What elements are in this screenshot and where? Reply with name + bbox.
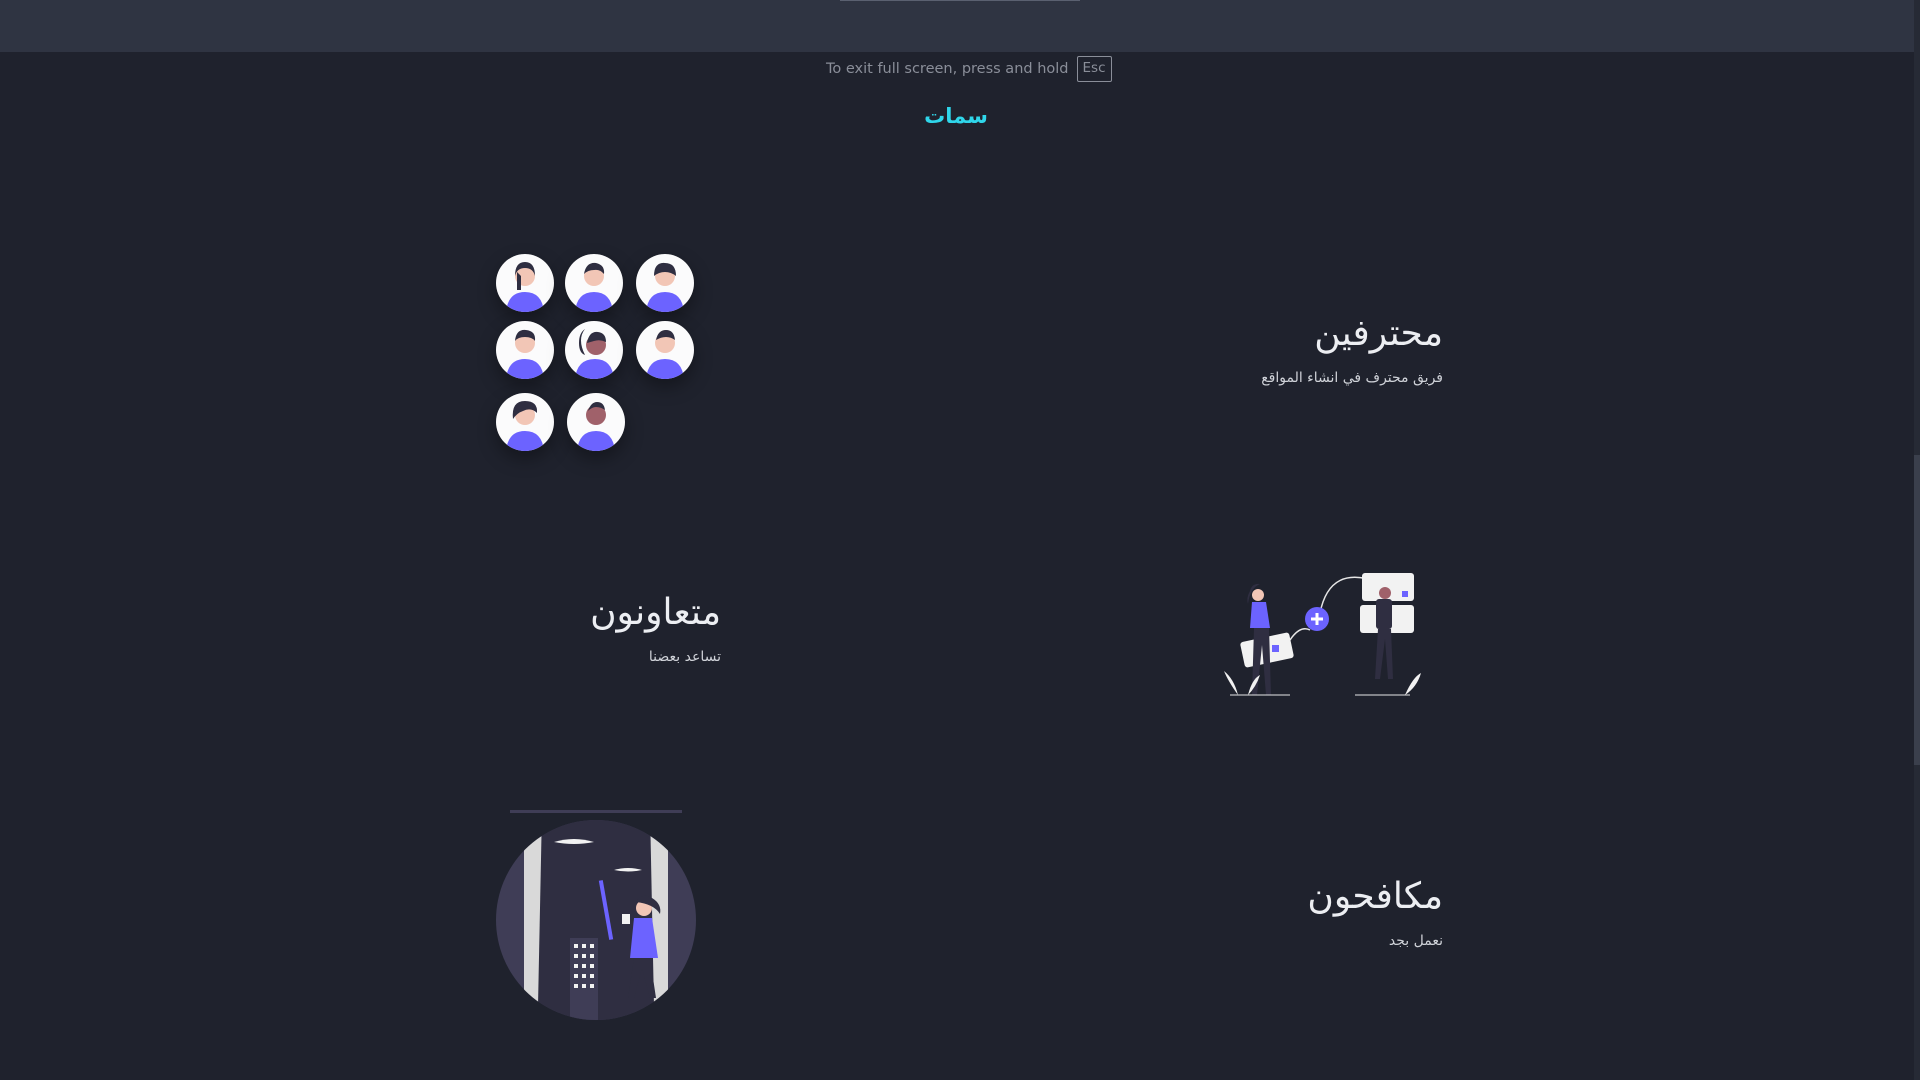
top-bar-divider [840,0,1080,1]
avatar [496,321,554,379]
avatar [496,393,554,451]
fullscreen-hint-text: To exit full screen, press and hold [826,61,1069,77]
esc-key-badge: Esc [1076,56,1112,82]
avatar [565,254,623,312]
avatar [636,254,694,312]
feature-title-professionals: محترفين [1314,313,1443,354]
scrollbar-thumb[interactable] [1914,455,1920,765]
avatar [567,393,625,451]
feature-title-strivers: مكافحون [1307,876,1443,917]
avatar [496,254,554,312]
avatar [636,321,694,379]
feature-description-strivers: نعمل بجد [1388,933,1443,949]
night-work-illustration [494,810,698,1026]
section-title: سمات [924,104,988,128]
feature-description-professionals: فريق محترف في انشاء المواقع [1261,370,1443,386]
collaboration-illustration [1210,565,1430,709]
avatar [565,321,623,379]
feature-description-collaborators: تساعد بعضنا [648,649,721,665]
fullscreen-exit-hint: To exit full screen, press and hold Esc [826,53,1112,85]
feature-title-collaborators: متعاونون [590,592,721,633]
page-scrollbar[interactable] [1914,0,1920,1080]
browser-top-bar [0,0,1914,52]
